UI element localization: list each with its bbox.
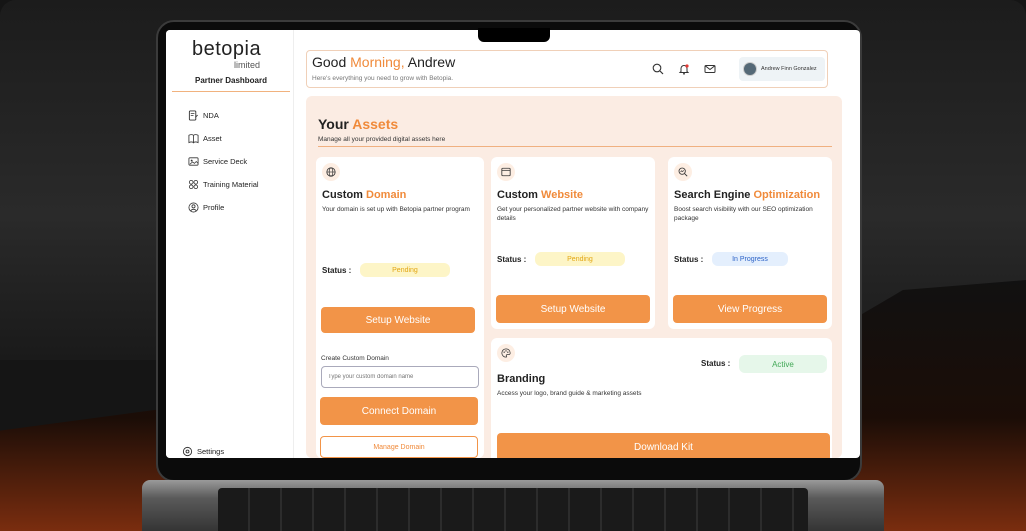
- connect-domain-button[interactable]: Connect Domain: [320, 397, 478, 425]
- sidebar-item-label: Training Material: [203, 180, 259, 189]
- branding-card: Status : Active Branding Access your log…: [491, 338, 832, 458]
- card-title: Custom Website: [497, 189, 583, 201]
- search-icon[interactable]: [652, 63, 664, 75]
- card-title-highlight: Website: [541, 189, 583, 201]
- assets-title: Your Assets: [318, 116, 398, 132]
- status-label: Status :: [674, 255, 704, 264]
- download-kit-button[interactable]: Download Kit: [497, 433, 830, 458]
- search-analytics-icon: [674, 163, 692, 181]
- camera-notch: [478, 28, 550, 42]
- user-name: Andrew Finn Gonzalez: [761, 66, 817, 72]
- status-badge: Pending: [535, 252, 625, 266]
- card-title: Branding: [497, 373, 546, 385]
- card-title-word: Custom: [322, 189, 363, 201]
- sidebar-item-label: Service Deck: [203, 157, 248, 166]
- sidebar-item-label: Asset: [203, 134, 222, 143]
- card-title-highlight: Optimization: [753, 189, 821, 201]
- settings-label: Settings: [197, 447, 225, 456]
- status-label: Status :: [497, 255, 527, 264]
- status-label: Status :: [701, 359, 731, 368]
- card-description: Boost search visibility with our SEO opt…: [674, 206, 813, 222]
- sidebar-item-training-material[interactable]: Training Material: [188, 173, 259, 196]
- logo-subtitle: limited: [234, 60, 261, 70]
- assets-subtitle: Manage all your provided digital assets …: [318, 136, 832, 147]
- browser-window-icon: [497, 163, 515, 181]
- notification-bell-icon[interactable]: [678, 63, 690, 75]
- user-circle-icon: [188, 202, 199, 213]
- palette-icon: [497, 344, 515, 362]
- custom-website-card: Custom Website Get your personalized par…: [491, 157, 655, 329]
- card-description: Your domain is set up with Betopia partn…: [322, 206, 470, 213]
- globe-icon: [322, 163, 340, 181]
- user-profile-chip[interactable]: Andrew Finn Gonzalez: [739, 57, 825, 81]
- card-title: Search Engine Optimization: [674, 189, 820, 201]
- book-icon: [188, 134, 199, 144]
- setup-website-button[interactable]: Setup Website: [321, 307, 475, 333]
- sidebar-item-service-deck[interactable]: Service Deck: [188, 150, 259, 173]
- sidebar: betopia limited Partner Dashboard NDA As…: [166, 30, 294, 458]
- status-badge: In Progress: [712, 252, 788, 266]
- assets-title-highlight: Assets: [352, 116, 399, 132]
- sidebar-item-profile[interactable]: Profile: [188, 196, 259, 219]
- sidebar-section-title: Partner Dashboard: [172, 76, 290, 92]
- assets-panel: Your Assets Manage all your provided dig…: [306, 96, 842, 458]
- greeting: Good Morning, Andrew: [312, 54, 455, 70]
- sidebar-item-label: NDA: [203, 111, 219, 120]
- gear-icon: [182, 446, 193, 457]
- greeting-highlight: Morning,: [350, 54, 405, 70]
- grid-icon: [188, 179, 199, 190]
- manage-domain-button[interactable]: Manage Domain: [320, 436, 478, 458]
- logo: betopia: [192, 38, 262, 60]
- mail-icon[interactable]: [704, 63, 716, 75]
- sidebar-item-nda[interactable]: NDA: [188, 104, 259, 127]
- sidebar-item-settings[interactable]: Settings: [182, 446, 224, 457]
- keyboard: [218, 488, 808, 531]
- custom-domain-card: Custom Domain Your domain is set up with…: [316, 157, 484, 458]
- card-title-highlight: Domain: [366, 189, 407, 201]
- greeting-subtitle: Here's everything you need to grow with …: [312, 75, 454, 82]
- card-title-word: Search Engine: [674, 189, 751, 201]
- create-domain-label: Create Custom Domain: [321, 355, 389, 362]
- greeting-name: Andrew: [407, 54, 456, 70]
- sidebar-item-asset[interactable]: Asset: [188, 127, 259, 150]
- card-title-word: Custom: [497, 189, 538, 201]
- image-deck-icon: [188, 157, 199, 166]
- view-progress-button[interactable]: View Progress: [673, 295, 827, 323]
- card-title: Custom Domain: [322, 189, 406, 201]
- card-description: Get your personalized partner website wi…: [497, 206, 649, 222]
- avatar: [743, 62, 757, 76]
- custom-domain-input[interactable]: [321, 366, 479, 388]
- assets-title-word: Your: [318, 116, 349, 132]
- card-description: Access your logo, brand guide & marketin…: [497, 390, 642, 397]
- sidebar-item-label: Profile: [203, 203, 225, 212]
- sidebar-nav: NDA Asset Service Deck Training Material…: [188, 104, 259, 219]
- app-screen: betopia limited Partner Dashboard NDA As…: [166, 30, 860, 458]
- status-badge: Pending: [360, 263, 450, 277]
- status-badge: Active: [739, 355, 827, 373]
- setup-website-button[interactable]: Setup Website: [496, 295, 650, 323]
- document-edit-icon: [188, 110, 198, 121]
- seo-card: Search Engine Optimization Boost search …: [668, 157, 832, 329]
- status-label: Status :: [322, 266, 352, 275]
- header: Good Morning, Andrew Here's everything y…: [306, 50, 828, 88]
- greeting-word: Good: [312, 54, 347, 70]
